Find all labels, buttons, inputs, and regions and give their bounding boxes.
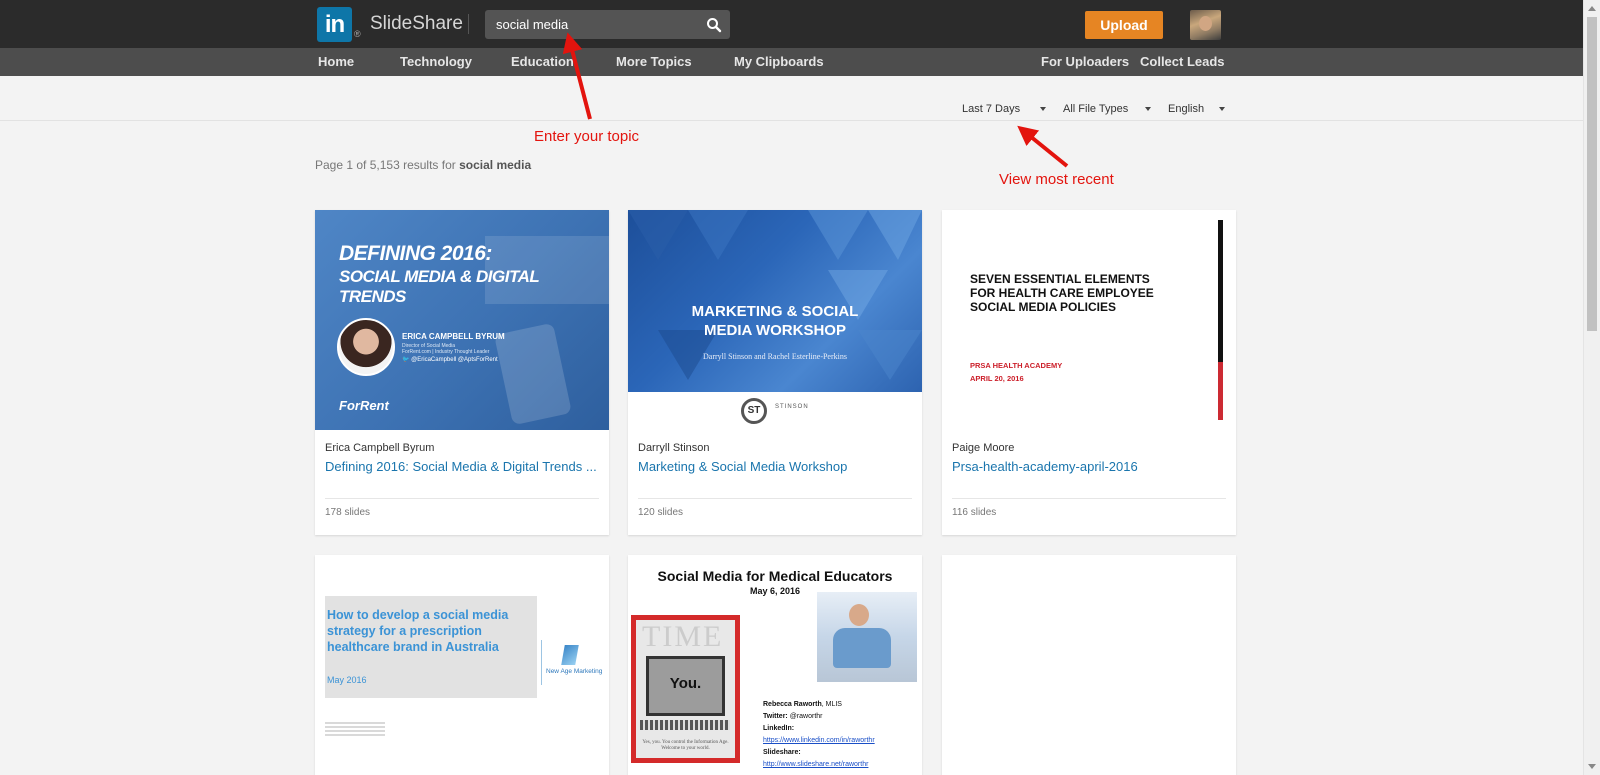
chevron-down-icon[interactable] — [1219, 107, 1225, 111]
thumb-subheading: SOCIAL MEDIA & DIGITAL TRENDS — [339, 267, 539, 306]
linkedin-logo[interactable]: in — [317, 7, 352, 42]
top-bar: in ® SlideShare Upload — [0, 0, 1583, 48]
divider — [468, 14, 469, 34]
thumb-date: APRIL 20, 2016 — [970, 374, 1024, 383]
nav-more-topics[interactable]: More Topics — [616, 48, 692, 76]
presentation-card[interactable]: SEVEN ESSENTIAL ELEMENTS FOR HEALTH CARE … — [942, 210, 1236, 535]
brand-name[interactable]: SlideShare — [370, 13, 463, 35]
scroll-up-icon[interactable] — [1588, 6, 1596, 11]
slide-count: 178 slides — [325, 507, 371, 518]
thumb-date: May 2016 — [327, 675, 367, 685]
upload-button[interactable]: Upload — [1085, 11, 1163, 39]
file-type-filter[interactable]: All File Types — [1063, 103, 1128, 115]
slide-count: 116 slides — [952, 507, 997, 518]
slide-count: 120 slides — [638, 507, 684, 518]
thumb-byline: Darryll Stinson and Rachel Esterline-Per… — [703, 352, 847, 361]
decorative-bar — [1218, 220, 1223, 362]
divider — [952, 498, 1226, 499]
nav-home[interactable]: Home — [318, 48, 354, 76]
keyboard-graphic — [640, 720, 730, 730]
divider — [325, 498, 599, 499]
nav-collect-leads[interactable]: Collect Leads — [1140, 48, 1225, 76]
thumb-fineprint — [325, 722, 385, 738]
card-title[interactable]: Marketing & Social Media Workshop — [638, 459, 912, 474]
presentation-card[interactable]: DEFINING 2016: SOCIAL MEDIA & DIGITAL TR… — [315, 210, 609, 535]
search-input[interactable] — [496, 10, 696, 39]
monitor-graphic: You. — [646, 656, 725, 716]
stinson-logo: ST — [741, 398, 767, 424]
avatar[interactable] — [1190, 10, 1221, 40]
company-logo — [561, 645, 579, 665]
slide-thumbnail[interactable]: How to develop a social media strategy f… — [315, 555, 609, 775]
thumb-name: ERICA CAMPBELL BYRUM — [402, 332, 505, 341]
magazine-title: TIME — [642, 620, 724, 653]
scrollbar[interactable] — [1583, 0, 1600, 775]
cover-tagline: Yes, you. You control the Information Ag… — [642, 740, 729, 751]
cover-word: You. — [669, 675, 702, 692]
thumb-background: MARKETING & SOCIAL MEDIA WORKSHOP Darryll… — [628, 210, 922, 392]
thumb-heading: SEVEN ESSENTIAL ELEMENTS FOR HEALTH CARE … — [970, 272, 1154, 314]
presentation-card[interactable] — [942, 555, 1236, 775]
card-title[interactable]: Defining 2016: Social Media & Digital Tr… — [325, 459, 599, 474]
forrent-logo: ForRent — [339, 398, 389, 413]
chevron-down-icon[interactable] — [1040, 107, 1046, 111]
slide-thumbnail[interactable]: SEVEN ESSENTIAL ELEMENTS FOR HEALTH CARE … — [942, 210, 1236, 430]
divider — [541, 640, 542, 685]
thumb-subtitle: PRSA HEALTH ACADEMY — [970, 361, 1063, 370]
thumb-twitter: 🐦 @EricaCampbell @AptsForRent — [402, 357, 498, 363]
nav-for-uploaders[interactable]: For Uploaders — [1041, 48, 1129, 76]
presentation-card[interactable]: MARKETING & SOCIAL MEDIA WORKSHOP Darryll… — [628, 210, 922, 535]
author-contact: Rebecca Raworth, MLIS Twitter: @raworthr… — [763, 701, 875, 768]
card-title[interactable]: Prsa-health-academy-april-2016 — [952, 459, 1226, 474]
registered-mark: ® — [354, 29, 361, 39]
nav-education[interactable]: Education — [511, 48, 574, 76]
author-photo — [337, 318, 395, 376]
decorative-bar — [1218, 362, 1223, 420]
doctor-photo — [817, 592, 917, 682]
thumb-footer: ST STINSON — [628, 392, 922, 430]
scroll-down-icon[interactable] — [1588, 764, 1596, 769]
arrow-icon — [1017, 125, 1069, 168]
time-magazine-cover: TIME You. Yes, you. You control the Info… — [631, 615, 740, 763]
presentation-card[interactable]: How to develop a social media strategy f… — [315, 555, 609, 775]
chevron-down-icon[interactable] — [1145, 107, 1151, 111]
thumb-heading: Social Media for Medical Educators — [657, 568, 893, 584]
phone-graphic — [494, 322, 572, 426]
slide-thumbnail[interactable]: DEFINING 2016: SOCIAL MEDIA & DIGITAL TR… — [315, 210, 609, 430]
main-nav: Home Technology Education More Topics My… — [0, 48, 1583, 76]
filter-bar: Last 7 Days All File Types English — [0, 76, 1583, 121]
card-author[interactable]: Paige Moore — [952, 442, 1014, 454]
thumb-heading: MARKETING & SOCIAL MEDIA WORKSHOP — [691, 303, 859, 339]
date-filter[interactable]: Last 7 Days — [962, 103, 1020, 115]
slide-thumbnail[interactable]: Social Media for Medical Educators May 6… — [628, 555, 922, 775]
annotation-view-recent: View most recent — [999, 171, 1114, 188]
slide-thumbnail[interactable]: MARKETING & SOCIAL MEDIA WORKSHOP Darryll… — [628, 210, 922, 430]
nav-my-clipboards[interactable]: My Clipboards — [734, 48, 824, 76]
presentation-card[interactable]: Social Media for Medical Educators May 6… — [628, 555, 922, 775]
scrollbar-thumb[interactable] — [1587, 17, 1597, 331]
stinson-logo-text: STINSON — [775, 404, 809, 410]
triangle-pattern — [628, 210, 922, 380]
annotation-enter-topic: Enter your topic — [534, 128, 640, 145]
company-logo-text: New Age Marketing — [546, 668, 603, 675]
thumb-heading: DEFINING 2016: — [339, 242, 492, 265]
card-author[interactable]: Erica Campbell Byrum — [325, 442, 434, 454]
language-filter[interactable]: English — [1168, 103, 1204, 115]
card-author[interactable]: Darryll Stinson — [638, 442, 710, 454]
divider — [638, 498, 912, 499]
search-box[interactable] — [485, 10, 730, 39]
search-icon[interactable] — [706, 17, 722, 33]
thumb-heading: How to develop a social media strategy f… — [327, 608, 509, 654]
results-count: Page 1 of 5,153 results for social media — [315, 158, 532, 172]
thumb-role: Director of Social Media ForRent.com | In… — [402, 343, 490, 355]
nav-technology[interactable]: Technology — [400, 48, 472, 76]
